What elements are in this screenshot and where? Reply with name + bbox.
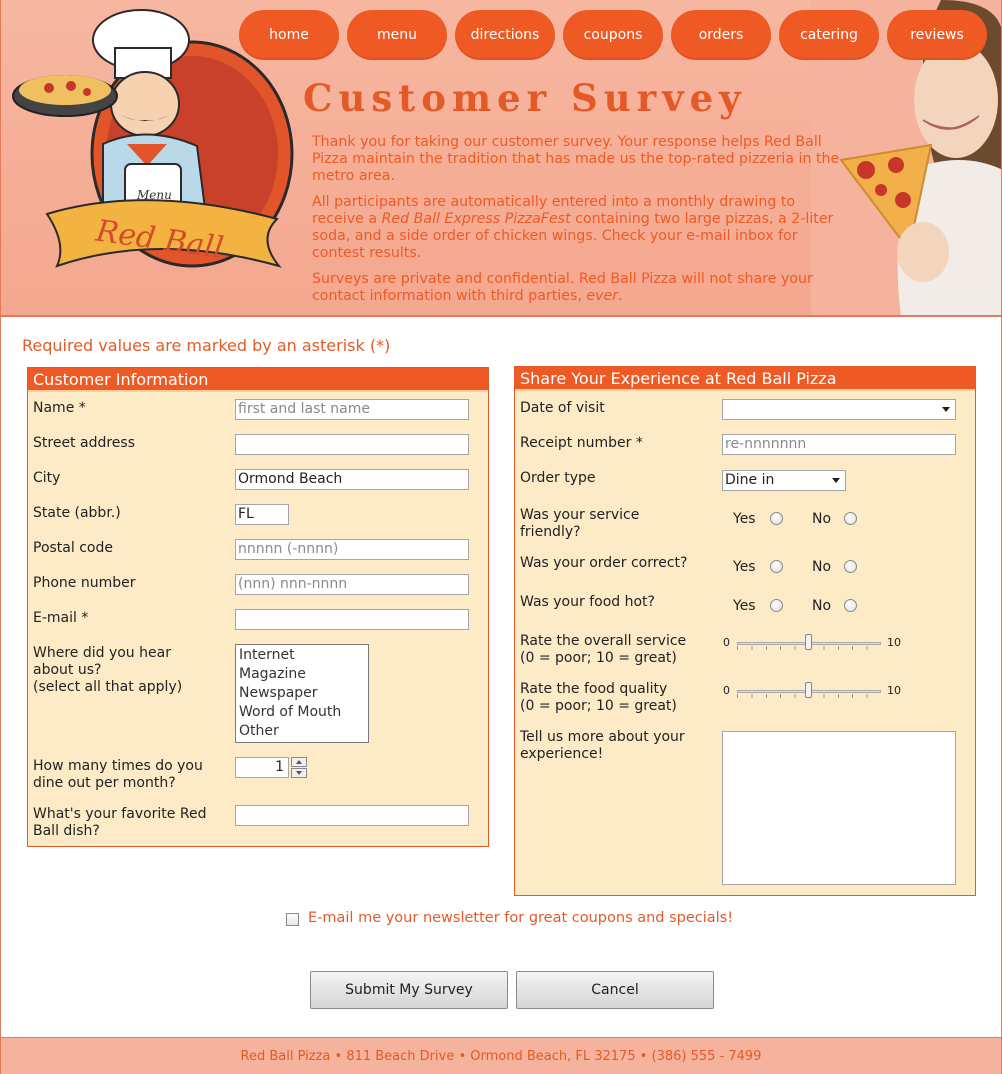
hot-no-label: No: [812, 598, 832, 614]
hear-listbox[interactable]: Internet Magazine Newspaper Word of Mout…: [235, 644, 369, 743]
stepper-up-icon[interactable]: [291, 757, 307, 767]
friendly-no-radio[interactable]: [844, 512, 857, 525]
nav-orders[interactable]: orders: [671, 10, 771, 60]
hot-yes-radio[interactable]: [770, 599, 783, 612]
dine-count-stepper[interactable]: 1: [235, 757, 289, 778]
friendly-no-label: No: [812, 511, 832, 527]
experience-title: Share Your Experience at Red Ball Pizza: [515, 367, 975, 391]
page-header: Menu Red Ball home menu directions coupo…: [1, 0, 1001, 317]
date-label: Date of visit: [520, 400, 605, 416]
nav-home[interactable]: home: [239, 10, 339, 60]
correct-no-radio[interactable]: [844, 560, 857, 573]
listbox-option[interactable]: Magazine: [239, 665, 368, 684]
stepper-down-icon[interactable]: [291, 768, 307, 778]
date-select[interactable]: [722, 399, 956, 420]
footer-address: Red Ball Pizza • 811 Beach Drive • Ormon…: [1, 1037, 1001, 1074]
phone-field[interactable]: (nnn) nnn-nnnn: [235, 574, 469, 595]
newsletter-checkbox[interactable]: [286, 913, 299, 926]
state-field[interactable]: FL: [235, 504, 289, 525]
main-nav: home menu directions coupons orders cate…: [239, 10, 987, 60]
email-label: E-mail *: [33, 610, 89, 626]
street-label: Street address: [33, 435, 135, 451]
phone-label: Phone number: [33, 575, 136, 591]
experience-panel: Share Your Experience at Red Ball Pizza …: [514, 366, 976, 896]
listbox-option[interactable]: Newspaper: [239, 684, 368, 703]
email-field[interactable]: [235, 609, 469, 630]
city-label: City: [33, 470, 61, 486]
intro-text: Thank you for taking our customer survey…: [312, 134, 842, 314]
service-rating-slider[interactable]: 0 10: [723, 633, 913, 653]
intro-paragraph-3: Surveys are private and confidential. Re…: [312, 271, 813, 304]
listbox-option[interactable]: Word of Mouth: [239, 703, 368, 722]
dine-label: How many times do you dine out per month…: [33, 758, 203, 791]
chevron-down-icon: [832, 478, 840, 483]
customer-info-panel: Customer Information Name * first and la…: [27, 367, 489, 847]
intro-paragraph-1: Thank you for taking our customer survey…: [312, 134, 840, 184]
correct-yes-label: Yes: [733, 559, 756, 575]
friendly-label: Was your service friendly?: [520, 507, 640, 540]
street-field[interactable]: [235, 434, 469, 455]
receipt-label: Receipt number *: [520, 435, 643, 451]
friendly-yes-radio[interactable]: [770, 512, 783, 525]
city-field[interactable]: Ormond Beach: [235, 469, 469, 490]
slider-thumb[interactable]: [805, 634, 812, 650]
chevron-down-icon: [942, 407, 950, 412]
hot-label: Was your food hot?: [520, 594, 655, 610]
order-type-label: Order type: [520, 470, 596, 486]
nav-menu[interactable]: menu: [347, 10, 447, 60]
stepper-arrows[interactable]: [291, 757, 307, 778]
favorite-label: What's your favorite Red Ball dish?: [33, 806, 207, 839]
cancel-button[interactable]: Cancel: [516, 971, 714, 1009]
hot-yes-label: Yes: [733, 598, 756, 614]
state-label: State (abbr.): [33, 505, 121, 521]
customer-info-title: Customer Information: [28, 368, 488, 392]
correct-no-label: No: [812, 559, 832, 575]
order-type-select[interactable]: Dine in: [722, 470, 846, 491]
submit-button[interactable]: Submit My Survey: [310, 971, 508, 1009]
favorite-dish-field[interactable]: [235, 805, 469, 826]
pizzafest-name: Red Ball Express PizzaFest: [381, 211, 571, 227]
nav-catering[interactable]: catering: [779, 10, 879, 60]
comments-textarea[interactable]: [722, 731, 956, 885]
newsletter-label: E-mail me your newsletter for great coup…: [308, 910, 734, 926]
nav-coupons[interactable]: coupons: [563, 10, 663, 60]
page-title: Customer Survey: [303, 76, 747, 120]
postal-field[interactable]: nnnnn (-nnnn): [235, 539, 469, 560]
nav-directions[interactable]: directions: [455, 10, 555, 60]
service-rating-label: Rate the overall service (0 = poor; 10 =…: [520, 633, 687, 666]
food-rating-label: Rate the food quality (0 = poor; 10 = gr…: [520, 681, 677, 714]
receipt-field[interactable]: re-nnnnnnn: [722, 434, 956, 455]
listbox-option[interactable]: Internet: [239, 646, 368, 665]
postal-label: Postal code: [33, 540, 113, 556]
name-label: Name *: [33, 400, 86, 416]
listbox-option[interactable]: Other: [239, 722, 368, 741]
hot-no-radio[interactable]: [844, 599, 857, 612]
comments-label: Tell us more about your experience!: [520, 729, 685, 762]
required-note: Required values are marked by an asteris…: [22, 336, 391, 355]
slider-thumb[interactable]: [805, 682, 812, 698]
hear-label: Where did you hear about us? (select all…: [33, 645, 183, 695]
food-rating-slider[interactable]: 0 10: [723, 681, 913, 701]
intro-paragraph-2: All participants are automatically enter…: [312, 194, 834, 261]
friendly-yes-label: Yes: [733, 511, 756, 527]
name-field[interactable]: first and last name: [235, 399, 469, 420]
correct-label: Was your order correct?: [520, 555, 688, 571]
nav-reviews[interactable]: reviews: [887, 10, 987, 60]
correct-yes-radio[interactable]: [770, 560, 783, 573]
